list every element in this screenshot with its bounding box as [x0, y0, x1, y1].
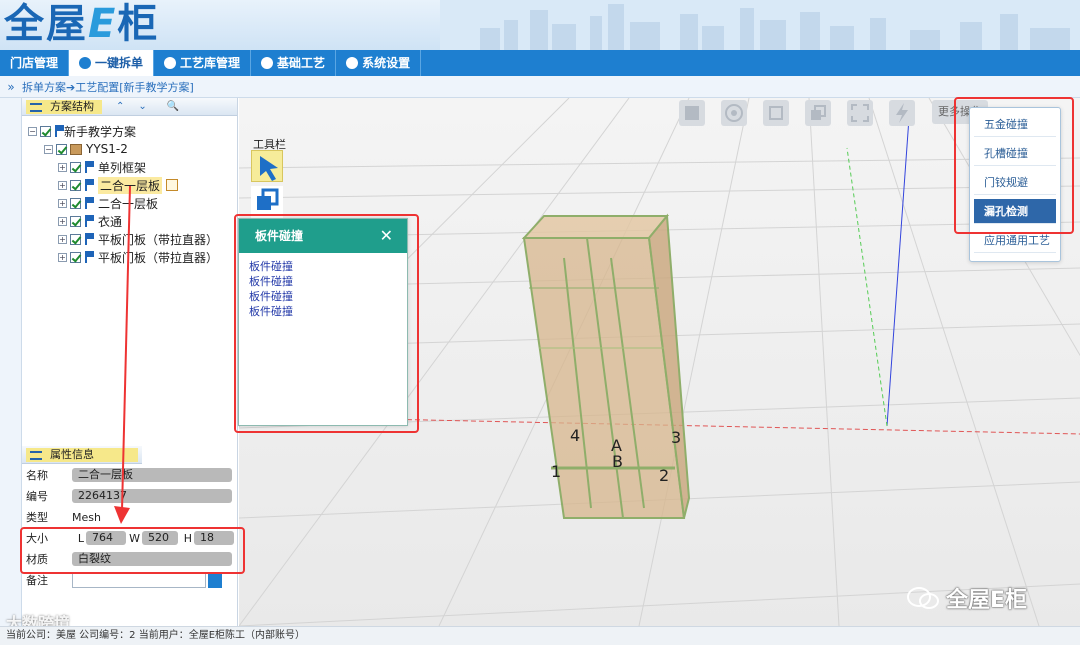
target-icon [725, 104, 743, 122]
expand-toggle-icon[interactable]: + [58, 252, 67, 262]
box-icon [70, 143, 82, 155]
annotation-arrow [114, 185, 131, 524]
flash-tool-button[interactable] [889, 100, 915, 126]
left-gutter [0, 98, 22, 626]
nav-one-click-split[interactable]: 一键拆单 [69, 50, 155, 76]
window-icon [30, 450, 42, 460]
nav-basic-process[interactable]: 基础工艺 [251, 50, 337, 76]
app-logo: 全屋E柜 [4, 1, 160, 47]
marker-label-3: 3 [671, 428, 682, 447]
header-skyline-decoration [440, 0, 1080, 50]
tree-item[interactable]: + 单列框架 [28, 158, 237, 176]
save-note-button[interactable] [208, 572, 222, 588]
highlight-box-size [20, 527, 245, 574]
fullscreen-button[interactable] [847, 100, 873, 126]
tree-checkbox[interactable] [70, 215, 81, 227]
marker-label-1: 1 [551, 462, 562, 481]
target-tool-button[interactable] [721, 100, 747, 126]
collapse-sidebar-icon[interactable]: » [0, 80, 22, 94]
expand-toggle-icon[interactable]: + [58, 216, 67, 226]
box-icon [685, 106, 699, 120]
collapse-toggle-icon[interactable]: − [44, 144, 53, 154]
highlight-box-dialog [234, 214, 419, 433]
expand-toggle-icon[interactable]: + [58, 234, 67, 244]
wechat-icon [907, 587, 939, 609]
3d-view-button[interactable] [763, 100, 789, 126]
prop-code-value: 2264137 [72, 489, 232, 503]
tree-checkbox[interactable] [56, 143, 67, 155]
cursor-arrow-icon [260, 156, 278, 181]
edit-icon[interactable] [166, 179, 179, 191]
breadcrumb-text[interactable]: 拆单方案➔工艺配置[新手教学方案] [22, 79, 194, 95]
props-panel-title: 属性信息 [50, 447, 94, 461]
app-header: 全屋E柜 [0, 0, 1080, 50]
tree-item-root[interactable]: − 新手教学方案 [28, 122, 237, 140]
tree-panel-header: 方案结构 ⌃ ⌄ 🔍 [22, 98, 237, 116]
watermark-right: 全屋E柜 [906, 582, 1027, 614]
flag-icon [84, 179, 94, 191]
layers-icon [811, 105, 826, 120]
flag-icon [54, 125, 64, 137]
check-circle-icon [79, 57, 92, 69]
marker-label-4: 4 [570, 426, 581, 445]
check-circle-icon [164, 57, 177, 69]
tree-checkbox[interactable] [70, 251, 81, 263]
gear-circle-icon [261, 57, 274, 69]
highlight-box-menu [954, 97, 1074, 234]
collapse-all-icon[interactable]: ⌄ [138, 101, 146, 112]
status-bar: 当前公司：美屋 公司编号：2 当前用户：全屋E柜陈工（内部账号） [0, 626, 1080, 645]
flag-icon [84, 233, 94, 245]
tree-item-cabinet[interactable]: − YYS1-2 [28, 140, 237, 158]
expand-toggle-icon[interactable]: + [58, 198, 67, 208]
layers-tool-button[interactable] [805, 100, 831, 126]
marker-label-b: B [612, 452, 623, 471]
settings-circle-icon [346, 57, 359, 69]
material-tool-button[interactable] [679, 100, 705, 126]
nav-store-management[interactable]: 门店管理 [0, 50, 70, 76]
tree-checkbox[interactable] [70, 161, 81, 173]
nav-system-settings[interactable]: 系统设置 [336, 50, 422, 76]
flag-icon [84, 251, 94, 263]
marker-label-2: 2 [659, 466, 670, 485]
expand-all-icon[interactable]: ⌃ [116, 101, 124, 112]
prop-name-value: 二合一层板 [72, 468, 232, 482]
prop-type-value: Mesh [72, 510, 101, 524]
expand-toggle-icon[interactable]: + [58, 162, 67, 172]
select-tool-button[interactable] [251, 150, 283, 182]
tree-checkbox[interactable] [70, 179, 81, 191]
tree-checkbox[interactable] [40, 125, 51, 137]
breadcrumb: » 拆单方案➔工艺配置[新手教学方案] [0, 76, 1080, 98]
3d-cube-icon [769, 106, 783, 120]
tree-panel-title: 方案结构 [50, 99, 94, 113]
fullscreen-icon [851, 104, 869, 122]
search-icon[interactable]: 🔍 [167, 101, 179, 112]
flag-icon [84, 197, 94, 209]
flag-icon [84, 161, 94, 173]
main-nav: 门店管理 一键拆单 工艺库管理 基础工艺 系统设置 [0, 50, 1080, 76]
collapse-toggle-icon[interactable]: − [28, 126, 37, 136]
nav-process-library[interactable]: 工艺库管理 [154, 50, 252, 76]
expand-toggle-icon[interactable]: + [58, 180, 67, 190]
list-icon [30, 102, 42, 112]
lightning-icon [896, 103, 908, 123]
tree-checkbox[interactable] [70, 197, 81, 209]
note-input[interactable] [72, 572, 206, 588]
tree-checkbox[interactable] [70, 233, 81, 245]
flag-icon [84, 215, 94, 227]
